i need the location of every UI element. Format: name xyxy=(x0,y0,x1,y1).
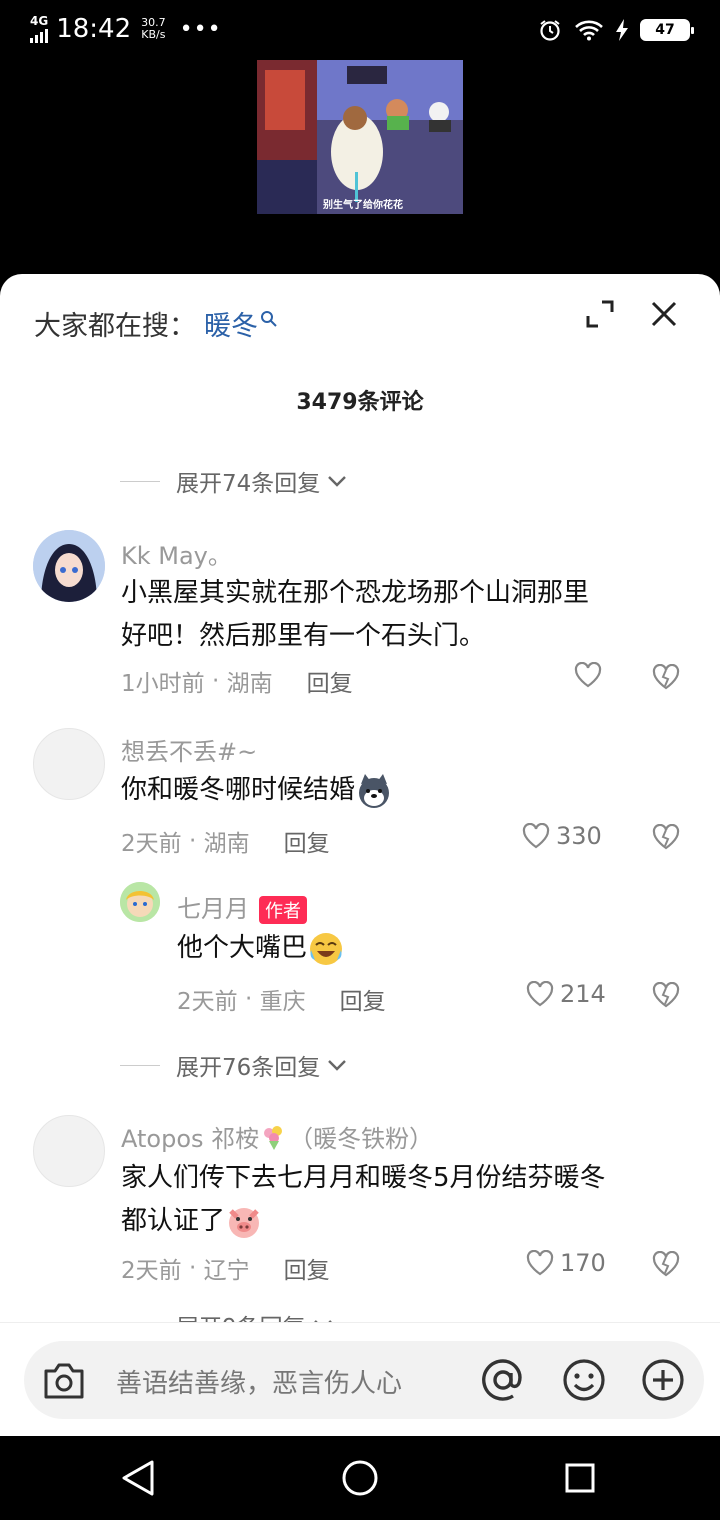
wifi-icon xyxy=(575,20,603,41)
game-scene-image xyxy=(257,60,463,214)
reply-button[interactable]: 回复 xyxy=(307,664,353,698)
recent-apps-icon[interactable] xyxy=(564,1462,596,1494)
bouquet-emoji-icon xyxy=(264,1125,283,1150)
like-button[interactable]: 170 xyxy=(526,1249,606,1277)
alarm-icon xyxy=(540,20,560,41)
comment-username[interactable]: Kk May。 xyxy=(121,536,232,571)
comment-placeholder: 善语结善缘，恶言伤人心 xyxy=(116,1369,403,1399)
comment-meta: 2天前 · 重庆 回复 xyxy=(177,982,386,1016)
status-bar: 4G 18:42 30.7 KB/s ••• 47 xyxy=(0,0,720,64)
comment-sheet: 大家都在搜： 暖冬 3479条评论 展开74条回复 Kk May。 小黑屋其实就… xyxy=(0,274,720,1436)
dislike-icon[interactable] xyxy=(652,1251,680,1277)
like-button[interactable] xyxy=(574,662,602,688)
heart-icon xyxy=(522,823,550,849)
charging-icon xyxy=(616,19,628,41)
comment-text: 小黑屋其实就在那个恐龙场那个山洞那里 好吧！然后那里有一个石头门。 xyxy=(121,578,590,651)
dislike-icon[interactable] xyxy=(652,982,680,1008)
comment-input[interactable]: 善语结善缘，恶言伤人心 xyxy=(24,1341,704,1419)
avatar[interactable] xyxy=(33,728,105,800)
search-suggestion[interactable]: 大家都在搜： 暖冬 xyxy=(34,304,278,343)
heart-icon xyxy=(574,662,602,688)
fullscreen-icon[interactable] xyxy=(584,298,616,330)
author-badge: 作者 xyxy=(259,896,307,924)
reply-username[interactable]: 七月月 作者 xyxy=(177,889,307,924)
expand-replies-button[interactable]: 展开74条回复 xyxy=(120,464,348,498)
network-type: 4G xyxy=(30,13,49,28)
signal-indicator: 4G xyxy=(30,13,49,43)
like-button[interactable]: 330 xyxy=(522,822,602,850)
expand-replies-button[interactable]: 展开76条回复 xyxy=(120,1048,348,1082)
husky-emoji-icon xyxy=(359,773,390,808)
avatar[interactable] xyxy=(33,1115,105,1187)
reply-button[interactable]: 回复 xyxy=(284,1251,330,1285)
like-count: 330 xyxy=(556,822,602,850)
reply-button[interactable]: 回复 xyxy=(284,824,330,858)
heart-icon xyxy=(526,981,554,1007)
pig-emoji-icon xyxy=(229,1207,260,1238)
more-notifications-icon: ••• xyxy=(179,16,222,42)
dislike-icon[interactable] xyxy=(652,824,680,850)
avatar[interactable] xyxy=(33,530,105,602)
like-count: 214 xyxy=(560,980,606,1008)
video-preview[interactable]: 别生气了给你花花 xyxy=(257,60,463,214)
heart-icon xyxy=(526,1250,554,1276)
at-mention-icon[interactable] xyxy=(480,1357,526,1403)
dislike-icon[interactable] xyxy=(652,664,680,690)
battery-indicator: 47 xyxy=(640,19,694,41)
camera-icon[interactable] xyxy=(42,1359,86,1401)
search-suggestion-label: 大家都在搜： xyxy=(34,311,196,342)
back-icon[interactable] xyxy=(120,1458,156,1498)
comment-username[interactable]: Atopos 祁桉 （暖冬铁粉） xyxy=(121,1119,433,1154)
like-button[interactable]: 214 xyxy=(526,980,606,1008)
add-icon[interactable] xyxy=(640,1357,686,1403)
comment-username[interactable]: 想丢不丢#~ xyxy=(121,732,257,767)
video-caption: 别生气了给你花花 xyxy=(323,200,403,211)
close-icon[interactable] xyxy=(648,298,680,330)
comment-text: 你和暖冬哪时候结婚 xyxy=(121,769,393,812)
like-count: 170 xyxy=(560,1249,606,1277)
laughing-tears-emoji-icon xyxy=(310,932,343,965)
reply-button[interactable]: 回复 xyxy=(340,982,386,1016)
comment-meta: 2天前 · 湖南 回复 xyxy=(121,824,330,858)
signal-bars-icon xyxy=(30,28,48,43)
chevron-down-icon xyxy=(328,1060,347,1071)
chevron-down-icon xyxy=(328,476,347,487)
comment-meta: 2天前 · 辽宁 回复 xyxy=(121,1251,330,1285)
home-icon[interactable] xyxy=(341,1459,379,1497)
comment-count: 3479条评论 xyxy=(296,390,424,415)
comment-input-bar: 善语结善缘，恶言伤人心 xyxy=(0,1322,720,1436)
emoji-icon[interactable] xyxy=(561,1357,607,1403)
comment-meta: 1小时前 · 湖南 回复 xyxy=(121,664,353,698)
comment-text: 家人们传下去七月月和暖冬5月份结芬暖冬 都认证了 xyxy=(121,1157,606,1243)
search-suggestion-keyword[interactable]: 暖冬 xyxy=(204,304,278,343)
system-nav-bar xyxy=(0,1436,720,1520)
avatar[interactable] xyxy=(120,882,160,922)
comment-text: 他个大嘴巴 xyxy=(177,927,345,970)
net-speed: 30.7 KB/s xyxy=(141,16,166,41)
search-icon xyxy=(261,310,277,327)
clock: 18:42 xyxy=(56,14,132,44)
